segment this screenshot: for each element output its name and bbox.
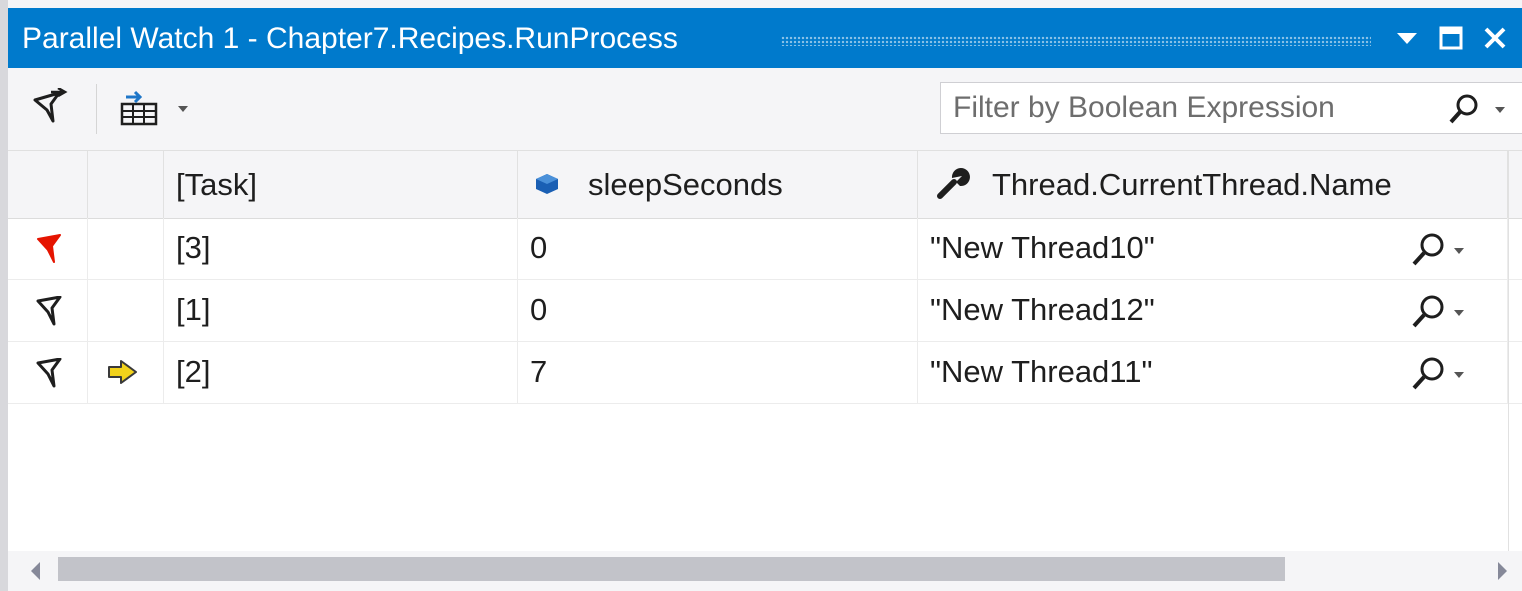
- dropdown-button[interactable]: [1390, 20, 1424, 56]
- maximize-icon: [1439, 26, 1463, 50]
- flag-outline-icon[interactable]: [36, 296, 64, 326]
- current-cell: [88, 218, 164, 279]
- filter-box: [940, 82, 1522, 134]
- task-column-label: [Task]: [176, 167, 257, 202]
- title-bar-grip[interactable]: [781, 36, 1371, 46]
- scroll-right-button[interactable]: [1482, 551, 1522, 591]
- search-icon[interactable]: [1447, 93, 1517, 125]
- sleepseconds-cell[interactable]: 7: [518, 342, 918, 403]
- maximize-button[interactable]: [1434, 20, 1468, 56]
- scrollbar-thumb[interactable]: [58, 557, 1285, 581]
- property-wrench-icon: [937, 168, 970, 199]
- caret-down-icon: [1397, 33, 1417, 44]
- table-row[interactable]: [3] 0 "New Thread10": [8, 218, 1522, 280]
- visualizer-search-icon[interactable]: [1408, 356, 1478, 390]
- flag-filter-button[interactable]: [26, 86, 72, 130]
- thread-name-cell[interactable]: "New Thread12": [918, 280, 1508, 341]
- visualizer-search-icon[interactable]: [1408, 294, 1478, 328]
- chevron-right-icon: [1498, 562, 1507, 580]
- filter-input[interactable]: [953, 91, 1433, 125]
- task-cell[interactable]: [3]: [164, 218, 518, 279]
- flag-cell[interactable]: [8, 218, 88, 279]
- current-cell: [88, 342, 164, 403]
- toolbar: [8, 68, 1522, 151]
- flag-cell[interactable]: [8, 280, 88, 341]
- task-cell[interactable]: [1]: [164, 280, 518, 341]
- scroll-left-button[interactable]: [16, 551, 56, 591]
- horizontal-scrollbar[interactable]: [8, 551, 1522, 591]
- flag-cell[interactable]: [8, 342, 88, 403]
- watch-grid: [Task] sleepSeconds Thread.CurrentThread…: [8, 151, 1522, 551]
- parallel-watch-window: Parallel Watch 1 - Chapter7.Recipes.RunP…: [0, 0, 1522, 591]
- chevron-left-icon: [31, 562, 40, 580]
- grid-right-border: [1508, 151, 1509, 551]
- add-watch-columns-button[interactable]: [116, 86, 196, 130]
- flag-filter-icon: [33, 88, 68, 123]
- add-watch-columns-icon: [120, 90, 188, 126]
- flag-column-header[interactable]: [8, 151, 88, 218]
- sleepseconds-column-header[interactable]: sleepSeconds: [518, 151, 918, 218]
- close-button[interactable]: [1478, 20, 1512, 56]
- task-column-header[interactable]: [Task]: [164, 151, 518, 218]
- task-cell[interactable]: [2]: [164, 342, 518, 403]
- thread-name-column-label: Thread.CurrentThread.Name: [992, 167, 1392, 202]
- table-row[interactable]: [2] 7 "New Thread11": [8, 342, 1522, 404]
- window-title: Parallel Watch 1 - Chapter7.Recipes.RunP…: [22, 22, 678, 55]
- sleepseconds-cell[interactable]: 0: [518, 218, 918, 279]
- sleepseconds-cell[interactable]: 0: [518, 280, 918, 341]
- flag-outline-icon[interactable]: [36, 358, 64, 388]
- close-icon: [1484, 27, 1506, 49]
- current-column-header[interactable]: [88, 151, 164, 218]
- sleepseconds-column-label: sleepSeconds: [588, 167, 783, 202]
- window-left-border: [0, 0, 8, 591]
- thread-name-cell[interactable]: "New Thread10": [918, 218, 1508, 279]
- visualizer-search-icon[interactable]: [1408, 232, 1478, 266]
- toolbar-separator: [96, 84, 97, 134]
- title-bar[interactable]: Parallel Watch 1 - Chapter7.Recipes.RunP…: [8, 8, 1522, 68]
- thread-name-column-header[interactable]: Thread.CurrentThread.Name: [918, 151, 1508, 218]
- variable-icon: [536, 174, 558, 194]
- current-cell: [88, 280, 164, 341]
- grid-header: [Task] sleepSeconds Thread.CurrentThread…: [8, 151, 1522, 219]
- flag-filled-icon[interactable]: [36, 234, 64, 264]
- current-thread-arrow-icon: [108, 360, 137, 384]
- table-row[interactable]: [1] 0 "New Thread12": [8, 280, 1522, 342]
- thread-name-cell[interactable]: "New Thread11": [918, 342, 1508, 403]
